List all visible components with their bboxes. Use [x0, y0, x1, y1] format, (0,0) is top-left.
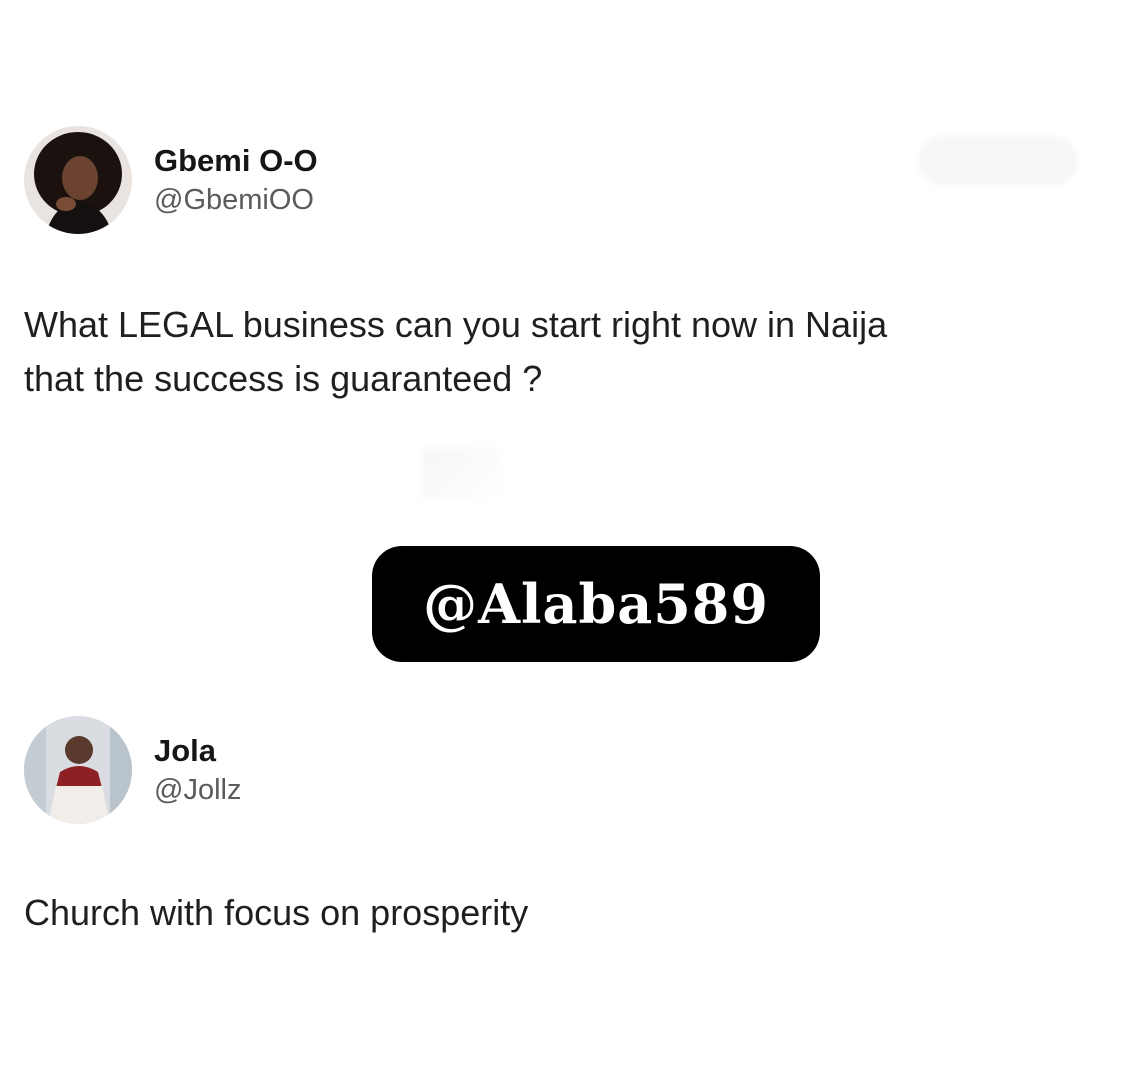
original-handle[interactable]: @GbemiOO — [154, 181, 318, 219]
watermark-badge: @Alaba589 — [372, 546, 820, 662]
gbemi-avatar-icon[interactable] — [24, 126, 132, 234]
original-display-name[interactable]: Gbemi O-O — [154, 141, 318, 181]
original-tweet-text: What LEGAL business can you start right … — [24, 304, 888, 399]
original-tweet-header: Gbemi O-O @GbemiOO — [24, 126, 318, 234]
watermark-text: @Alaba589 — [423, 572, 769, 636]
reply-display-name[interactable]: Jola — [154, 731, 241, 771]
faded-mark — [422, 448, 502, 500]
reply-tweet-header: Jola @Jollz — [24, 716, 241, 824]
jola-avatar-icon[interactable] — [24, 716, 132, 824]
reply-handle[interactable]: @Jollz — [154, 771, 241, 809]
original-tweet-names: Gbemi O-O @GbemiOO — [154, 141, 318, 219]
reply-tweet-text: Church with focus on prosperity — [24, 892, 529, 933]
reply-tweet-names: Jola @Jollz — [154, 731, 241, 809]
follow-button-ghost — [918, 136, 1078, 186]
